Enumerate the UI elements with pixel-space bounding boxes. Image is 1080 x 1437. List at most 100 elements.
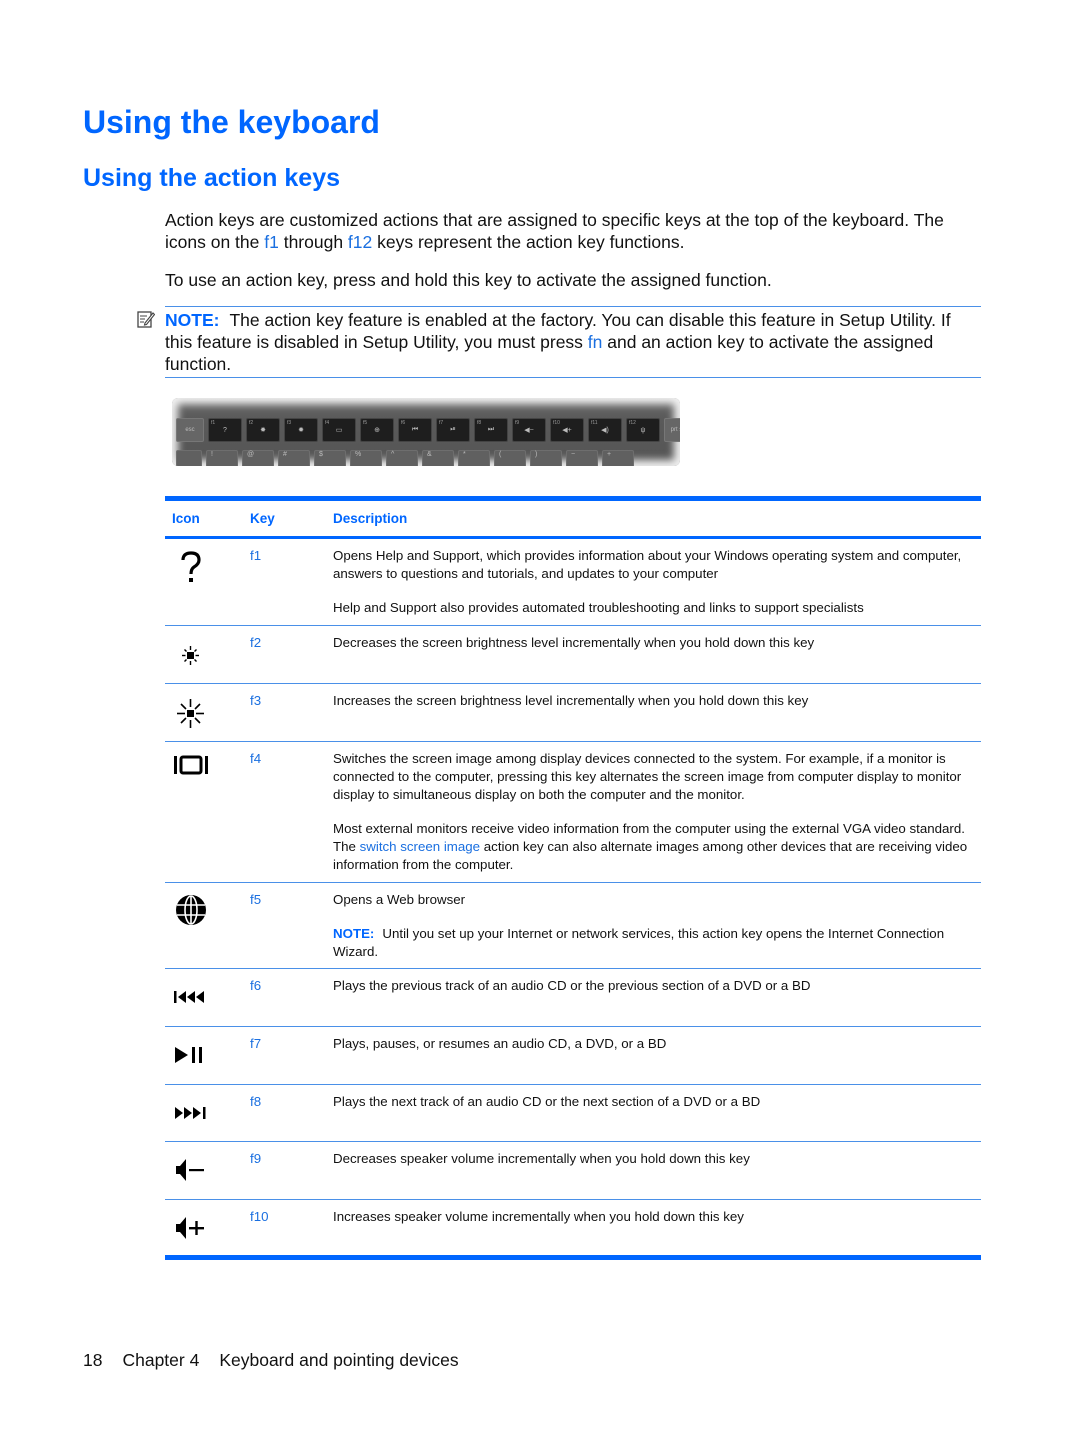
help-question-icon (181, 551, 201, 582)
key-glyph-icon: ✹ (298, 427, 304, 434)
table-header: Icon Key Description (165, 501, 981, 539)
key-f10: f10 ◀+ (550, 418, 584, 442)
key-label: f1 (211, 420, 216, 426)
next-track-icon (175, 1107, 206, 1119)
description-text: Decreases the screen brightness level in… (333, 635, 815, 650)
number-key: + (602, 450, 634, 466)
key-cell: f4 (250, 751, 262, 766)
web-browser-globe-icon (176, 895, 206, 925)
play-pause-icon (175, 1047, 202, 1063)
table-row: f7 Plays, pauses, or resumes an audio CD… (165, 1027, 981, 1085)
number-key: − (566, 450, 598, 466)
note-box: NOTE: The action key feature is enabled a… (137, 306, 981, 378)
number-key-row: ! @ # $% ^ & *() − + (176, 450, 634, 466)
key-f4: f4 ▭ (322, 418, 356, 442)
brightness-down-icon (182, 646, 199, 665)
header-description: Description (333, 511, 408, 526)
key-glyph-icon: ⏭ (487, 426, 495, 433)
key-label: f7 (439, 420, 444, 426)
key-cell: f1 (250, 548, 262, 563)
key-esc: esc (176, 418, 204, 442)
key-label: f9 (515, 420, 520, 426)
key-prtsc: prt sc (664, 418, 680, 442)
key-tilde (176, 450, 202, 466)
table-row: f1 Opens Help and Support, which provide… (165, 539, 981, 626)
key-cell: f10 (250, 1209, 269, 1224)
switch-screen-icon (174, 755, 208, 775)
header-key: Key (250, 511, 275, 526)
description-text: Switches the screen image among display … (333, 751, 962, 802)
key-f9: f9 ◀− (512, 418, 546, 442)
note-pencil-icon (137, 311, 155, 328)
key-label: f12 (629, 420, 636, 426)
key-f5: f5 ⊕ (360, 418, 394, 442)
page-number: 18 (83, 1350, 103, 1370)
description-text: Help and Support also provides automated… (333, 600, 864, 615)
description-text: Opens a Web browser (333, 892, 466, 907)
key-f11: f11 ◀) (588, 418, 622, 442)
key-glyph-icon: ⏯ (450, 426, 456, 433)
description-text: Plays the previous track of an audio CD … (333, 978, 811, 993)
description-text: Most external monitors receive video inf… (333, 820, 973, 874)
description-text: Opens Help and Support, which provides i… (333, 548, 962, 581)
key-glyph-icon: ψ (640, 426, 646, 434)
switch-screen-image-link[interactable]: switch screen image (360, 839, 480, 854)
key-ref-f1: f1 (264, 232, 279, 252)
description-text: Plays the next track of an audio CD or t… (333, 1094, 761, 1109)
inline-note-label: NOTE: (333, 926, 375, 941)
key-glyph-icon: ◀+ (562, 427, 572, 434)
page-footer: 18 Chapter 4 Keyboard and pointing devices (83, 1350, 479, 1371)
key-f7: f7 ⏯ (436, 418, 470, 442)
key-glyph-icon: ◀) (601, 427, 609, 434)
key-glyph-icon: ◀− (524, 427, 534, 434)
section-title: Using the action keys (83, 164, 341, 192)
key-cell: f3 (250, 693, 262, 708)
volume-down-icon (176, 1159, 204, 1181)
page-title: Using the keyboard (83, 104, 380, 140)
table-row: f9 Decreases speaker volume incrementall… (165, 1142, 981, 1200)
number-key: ^ (386, 450, 418, 466)
inline-note-text: Until you set up your Internet or networ… (333, 926, 945, 959)
key-cell: f7 (250, 1036, 262, 1051)
key-cell: f5 (250, 892, 262, 907)
key-f12: f12 ψ (626, 418, 660, 442)
description-text: Plays, pauses, or resumes an audio CD, a… (333, 1036, 667, 1051)
table-row: f8 Plays the next track of an audio CD o… (165, 1085, 981, 1142)
key-f3: f3 ✹ (284, 418, 318, 442)
key-f2: f2 ✸ (246, 418, 280, 442)
key-glyph-icon: ? (223, 426, 227, 434)
key-label: f5 (363, 420, 368, 426)
number-key: ( (494, 450, 526, 466)
table-row: f5 Opens a Web browser NOTE: Until you se… (165, 883, 981, 969)
header-icon: Icon (172, 511, 200, 526)
key-label: f3 (287, 420, 292, 426)
key-label: f10 (553, 420, 560, 426)
usage-paragraph: To use an action key, press and hold thi… (165, 270, 772, 290)
description-text: Increases the screen brightness level in… (333, 693, 809, 708)
function-key-row: esc f1? f2 ✸ f3 ✹ f4 ▭ f5 ⊕ f6 ⏮ f7 ⏯ f8 ⏭ f9 ◀− f10 ◀+ f11 ◀… (176, 418, 680, 442)
key-label: f11 (591, 420, 598, 426)
number-key: ! (206, 450, 238, 466)
intro-text: keys represent the action key functions. (372, 232, 685, 252)
key-cell: f6 (250, 978, 262, 993)
key-cell: f9 (250, 1151, 262, 1166)
key-glyph-icon: ⏮ (411, 426, 419, 433)
previous-track-icon (174, 991, 204, 1003)
key-label: f4 (325, 420, 330, 426)
key-ref-f12: f12 (347, 232, 373, 252)
key-glyph-icon: ▭ (335, 427, 343, 434)
description-text: Increases speaker volume incrementally w… (333, 1209, 744, 1224)
key-cell: f8 (250, 1094, 262, 1109)
key-label: f6 (401, 420, 406, 426)
keyboard-action-keys-photo: esc f1? f2 ✸ f3 ✹ f4 ▭ f5 ⊕ f6 ⏮ f7 ⏯ f8 ⏭ f9 ◀− f10 ◀+ f11 ◀… (172, 398, 680, 466)
key-glyph-icon: ✸ (260, 427, 266, 434)
number-key: % (350, 450, 382, 466)
table-row: f3 Increases the screen brightness level… (165, 684, 981, 742)
description-text: Decreases speaker volume incrementally w… (333, 1151, 750, 1166)
key-ref-fn: fn (587, 332, 603, 352)
number-key: * (458, 450, 490, 466)
key-f6: f6 ⏮ (398, 418, 432, 442)
key-label: f2 (249, 420, 254, 426)
chapter-title: Keyboard and pointing devices (219, 1350, 459, 1370)
intro-text: through (278, 232, 348, 252)
